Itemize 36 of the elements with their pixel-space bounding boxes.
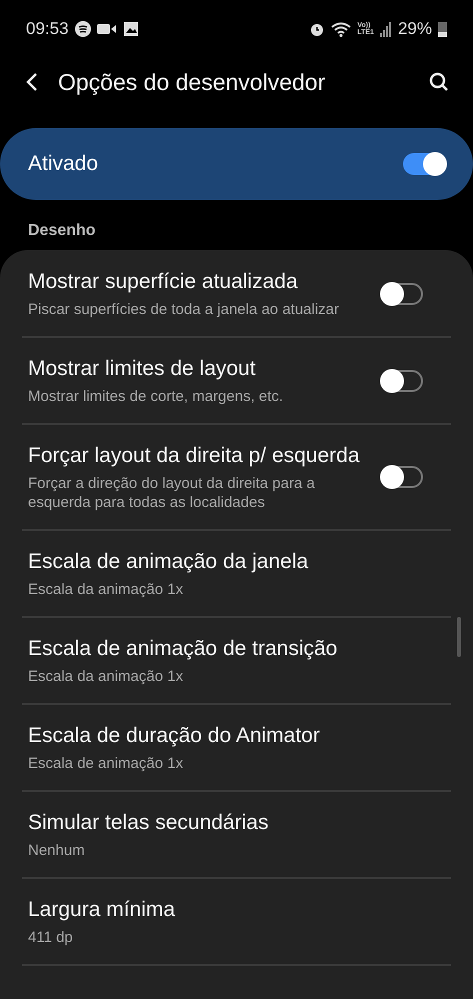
battery-icon — [438, 21, 447, 37]
toggle-switch[interactable] — [381, 370, 423, 392]
setting-title[interactable]: Mostrar limites de layout — [28, 355, 367, 382]
master-switch-label: Ativado — [28, 152, 100, 176]
toggle-switch[interactable] — [381, 282, 423, 304]
setting-summary: Mostrar limites de corte, margens, etc. — [28, 387, 284, 406]
setting-summary: Escala da animação 1x — [28, 580, 184, 599]
search-icon[interactable] — [429, 72, 449, 92]
setting-summary: 411 dp — [28, 928, 74, 947]
setting-title[interactable]: Escala de animação de transição — [28, 635, 423, 662]
section-header: Desenho — [27, 221, 97, 241]
music-app-icon — [74, 21, 91, 37]
setting-title[interactable]: Largura mínima — [28, 896, 423, 923]
master-switch-bar[interactable]: Ativado — [0, 128, 473, 200]
setting-title[interactable]: Escala de duração do Animator — [28, 722, 423, 749]
alarm-clock-icon — [309, 21, 326, 37]
toggle-switch[interactable] — [403, 153, 445, 175]
wifi-icon — [331, 21, 352, 37]
setting-summary: Piscar superfícies de toda a janela ao atualizar — [28, 300, 340, 319]
setting-summary: Forçar a direção do layout da direita para a esquerda para todas as localidades — [28, 474, 316, 512]
setting-title[interactable]: Mostrar superfície atualizada — [28, 268, 367, 295]
signal-icon — [380, 21, 392, 37]
toggle-switch[interactable] — [381, 466, 423, 488]
status-time: 09:53 — [26, 19, 69, 39]
setting-title[interactable]: Simular telas secundárias — [28, 809, 423, 836]
setting-summary: Nenhum — [28, 841, 86, 860]
video-camera-icon — [96, 22, 117, 36]
back-icon[interactable] — [26, 72, 38, 92]
scrollbar-thumb — [457, 617, 461, 657]
setting-summary: Escala da animação 1x — [28, 667, 184, 686]
setting-title[interactable]: Forçar layout da direita p/ esquerda — [28, 442, 367, 469]
battery-percent: 29% — [398, 19, 432, 39]
page-title: Opções do desenvolvedor — [58, 68, 326, 96]
setting-summary: Escala de animação 1x — [28, 754, 184, 773]
image-icon — [122, 21, 139, 37]
setting-title[interactable]: Escala de animação da janela — [28, 548, 423, 575]
